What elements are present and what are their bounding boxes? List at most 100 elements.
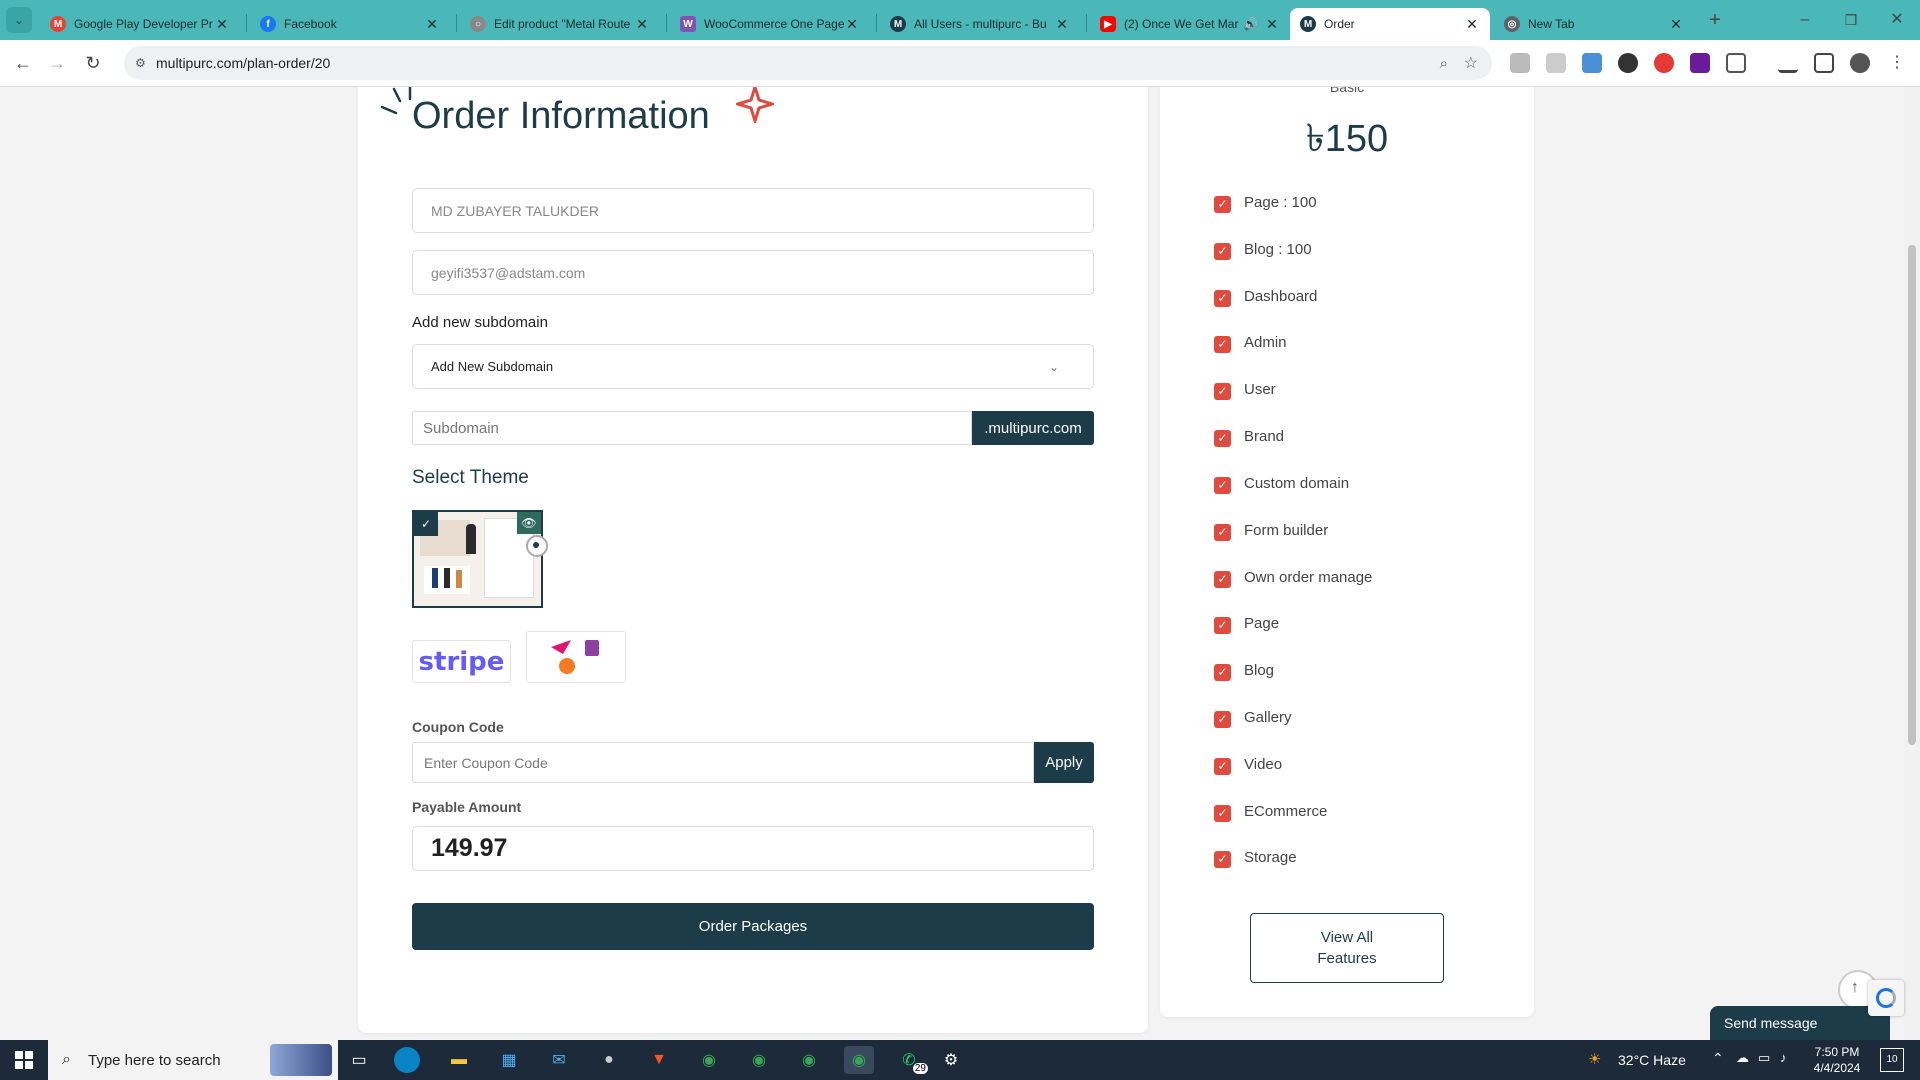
brave-icon[interactable]: ▼ [644, 1046, 674, 1074]
tab-new-tab[interactable]: ◎ New Tab ✕ [1494, 8, 1694, 40]
close-icon[interactable]: ✕ [214, 16, 230, 33]
feature-item: Page [1244, 615, 1280, 632]
chrome-icon[interactable]: ◉ [694, 1046, 724, 1074]
network-icon[interactable]: ▭ [1758, 1050, 1770, 1066]
new-tab-button[interactable]: + [1702, 7, 1728, 33]
profile-avatar[interactable] [1850, 53, 1870, 73]
subdomain-label: Add new subdomain [412, 314, 548, 331]
check-icon: ✓ [1214, 336, 1231, 353]
close-icon[interactable]: ✕ [1264, 16, 1280, 33]
tab-woocommerce[interactable]: W WooCommerce One Page ✕ [670, 8, 870, 40]
microsoft-store-icon[interactable]: ▦ [494, 1046, 524, 1074]
chrome-icon[interactable]: ◉ [744, 1046, 774, 1074]
facebook-icon: f [260, 16, 276, 32]
zoom-icon[interactable]: ⌕ [1440, 55, 1448, 72]
check-icon: ✓ [1214, 430, 1231, 447]
minimize-button[interactable]: – [1792, 7, 1818, 33]
speaker-icon[interactable]: 🔊 [1243, 17, 1258, 31]
theme-thumbnail[interactable]: ✓ 👁 [412, 510, 543, 608]
media-control-icon[interactable] [1778, 53, 1798, 73]
close-window-button[interactable]: ✕ [1884, 7, 1910, 33]
windows-start-icon[interactable] [8, 1046, 40, 1074]
subdomain-select[interactable]: Add New Subdomain ⌄ [412, 344, 1094, 389]
chrome-icon[interactable]: ◉ [794, 1046, 824, 1074]
weather-text[interactable]: 32°C Haze [1618, 1052, 1686, 1068]
check-icon: ✓ [1214, 664, 1231, 681]
name-field[interactable]: MD ZUBAYER TALUKDER [412, 188, 1094, 233]
tab-edit-product[interactable]: ○ Edit product "Metal Route ✕ [460, 8, 660, 40]
feature-item: Form builder [1244, 522, 1329, 539]
eyedropper-icon[interactable] [1618, 53, 1638, 73]
settings-gear-icon[interactable]: ⚙ [936, 1046, 966, 1074]
taskbar-search-box[interactable]: ⌕ Type here to search [48, 1040, 338, 1080]
chrome-icon: ◎ [1504, 16, 1520, 32]
extension-icon[interactable] [1546, 53, 1566, 73]
feature-item: Blog : 100 [1244, 241, 1312, 258]
close-icon[interactable]: ✕ [634, 16, 650, 33]
theme-radio[interactable] [526, 535, 548, 557]
extension-icon[interactable] [1510, 53, 1530, 73]
preview-eye-icon[interactable]: 👁 [517, 512, 541, 534]
show-hidden-icons[interactable]: ⌃ [1712, 1050, 1724, 1067]
close-icon[interactable]: ✕ [1668, 16, 1684, 33]
chrome-active-icon[interactable]: ◉ [844, 1046, 874, 1074]
send-message-widget[interactable]: Send message [1710, 1006, 1890, 1040]
close-icon[interactable]: ✕ [1054, 16, 1070, 33]
clock[interactable]: 7:50 PM 4/4/2024 [1802, 1044, 1872, 1076]
extensions-puzzle-icon[interactable] [1726, 53, 1746, 73]
check-icon: ✓ [1214, 711, 1231, 728]
coupon-input[interactable]: Enter Coupon Code [412, 742, 1034, 783]
extension-icon[interactable] [1654, 53, 1674, 73]
feature-item: Gallery [1244, 709, 1292, 726]
feature-item: Storage [1244, 849, 1297, 866]
recaptcha-badge [1868, 980, 1904, 1016]
subdomain-input[interactable]: Subdomain [412, 411, 972, 445]
check-icon: ✓ [1214, 617, 1231, 634]
check-icon: ✓ [1214, 290, 1231, 307]
clock-time: 7:50 PM [1814, 1045, 1860, 1059]
bookmark-star-icon[interactable]: ☆ [1464, 53, 1478, 73]
close-icon[interactable]: ✕ [1464, 16, 1480, 33]
app-icon[interactable]: ● [594, 1046, 624, 1074]
site-info-icon[interactable]: ⚙ [135, 56, 146, 70]
mail-icon[interactable]: ✉ [544, 1046, 574, 1074]
reload-icon[interactable]: ↻ [80, 50, 106, 76]
search-highlight-image [270, 1044, 332, 1076]
extension-icon[interactable] [1582, 53, 1602, 73]
edge-icon[interactable] [394, 1047, 420, 1073]
file-explorer-icon[interactable]: ▬ [444, 1046, 474, 1074]
view-all-features-button[interactable]: View All Features [1250, 913, 1444, 983]
volume-icon[interactable]: ♪ [1780, 1050, 1787, 1065]
stripe-payment-option[interactable]: stripe [412, 640, 511, 683]
whatsapp-icon[interactable]: ✆ 29 [894, 1046, 928, 1074]
extension-icon[interactable] [1690, 53, 1710, 73]
star-icon [736, 87, 774, 123]
tab-order[interactable]: M Order ✕ [1290, 8, 1490, 40]
menu-icon[interactable]: ⋮ [1884, 50, 1910, 76]
task-view-icon[interactable]: ▭ [344, 1046, 374, 1074]
close-icon[interactable]: ✕ [844, 16, 860, 33]
woo-icon: W [680, 16, 696, 32]
url-bar[interactable]: ⚙ multipurc.com/plan-order/20 ⌕ ☆ [124, 46, 1492, 80]
restore-button[interactable]: ❐ [1838, 7, 1864, 33]
email-field[interactable]: geyifi3537@adstam.com [412, 250, 1094, 295]
bkash-nagad-payment-option[interactable] [526, 631, 626, 683]
gmail-icon: M [50, 16, 66, 32]
weather-icon: ☀ [1588, 1051, 1602, 1068]
tab-facebook[interactable]: f Facebook ✕ [250, 8, 450, 40]
notification-center-icon[interactable]: 10 [1880, 1048, 1904, 1072]
tab-google-play[interactable]: M Google Play Developer Pr ✕ [40, 8, 240, 40]
back-icon[interactable]: ← [10, 50, 36, 76]
tab-search-button[interactable]: ⌄ [6, 7, 32, 33]
close-icon[interactable]: ✕ [424, 16, 440, 33]
tab-youtube[interactable]: ▶ (2) Once We Get Mar 🔊 ✕ [1090, 8, 1290, 40]
tab-title: Order [1324, 17, 1355, 31]
side-panel-icon[interactable] [1814, 53, 1834, 73]
onedrive-icon[interactable]: ☁ [1736, 1050, 1749, 1066]
scrollbar[interactable] [1904, 87, 1920, 1040]
tab-all-users[interactable]: M All Users - multipurc - Bu ✕ [880, 8, 1080, 40]
order-packages-button[interactable]: Order Packages [412, 903, 1094, 950]
apply-coupon-button[interactable]: Apply [1034, 742, 1094, 783]
scrollbar-thumb[interactable] [1908, 245, 1916, 745]
forward-icon[interactable]: → [44, 50, 70, 76]
